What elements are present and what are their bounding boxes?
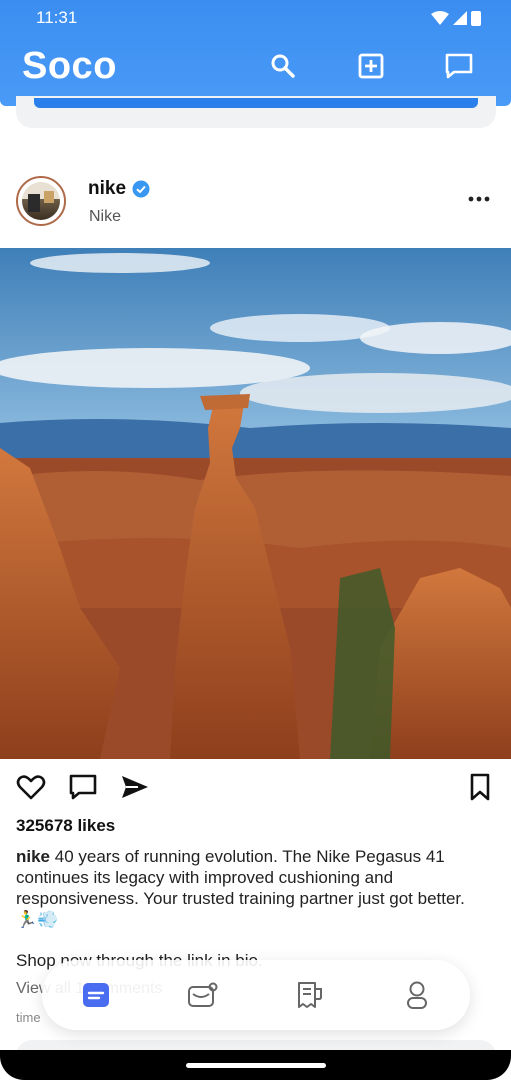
previous-post-card [16, 96, 496, 128]
avatar[interactable] [16, 176, 66, 226]
status-bar: 11:31 [36, 8, 481, 28]
receipt-icon[interactable] [293, 978, 327, 1012]
status-time: 11:31 [36, 8, 78, 27]
caption-text: 40 years of running evolution. The Nike … [16, 847, 465, 929]
comment-icon[interactable] [68, 772, 98, 802]
heart-icon[interactable] [16, 772, 46, 802]
bottom-nav [42, 960, 470, 1030]
post-display-name: Nike [89, 208, 122, 225]
verified-icon [132, 180, 150, 198]
post-username[interactable]: nike [88, 178, 150, 200]
caption-username[interactable]: nike [16, 847, 50, 866]
post-caption: nike 40 years of running evolution. The … [16, 846, 488, 930]
header-actions [267, 50, 475, 82]
post-header: nike Nike [0, 170, 511, 240]
post-time: time [16, 1010, 41, 1025]
inbox-icon[interactable] [186, 978, 220, 1012]
gesture-bar [0, 1050, 511, 1080]
app-title: Soco [22, 45, 117, 87]
previous-post-button[interactable] [34, 98, 478, 108]
messages-icon[interactable] [443, 50, 475, 82]
add-post-icon[interactable] [355, 50, 387, 82]
share-icon[interactable] [120, 772, 150, 802]
feed-icon[interactable] [79, 978, 113, 1012]
home-indicator[interactable] [186, 1063, 326, 1068]
bookmark-icon[interactable] [465, 772, 495, 802]
post-actions [0, 768, 511, 804]
wifi-icon [431, 11, 449, 25]
likes-count: 325678 likes [16, 816, 116, 835]
avatar-image [22, 182, 60, 220]
search-icon[interactable] [267, 50, 299, 82]
app-header: 11:31 Soco [0, 0, 511, 106]
status-icons [431, 10, 481, 26]
more-options-icon[interactable] [467, 192, 491, 206]
profile-icon[interactable] [400, 978, 434, 1012]
username-text: nike [88, 178, 127, 199]
signal-icon [453, 11, 467, 25]
battery-icon [471, 11, 481, 26]
post-image[interactable] [0, 248, 511, 759]
